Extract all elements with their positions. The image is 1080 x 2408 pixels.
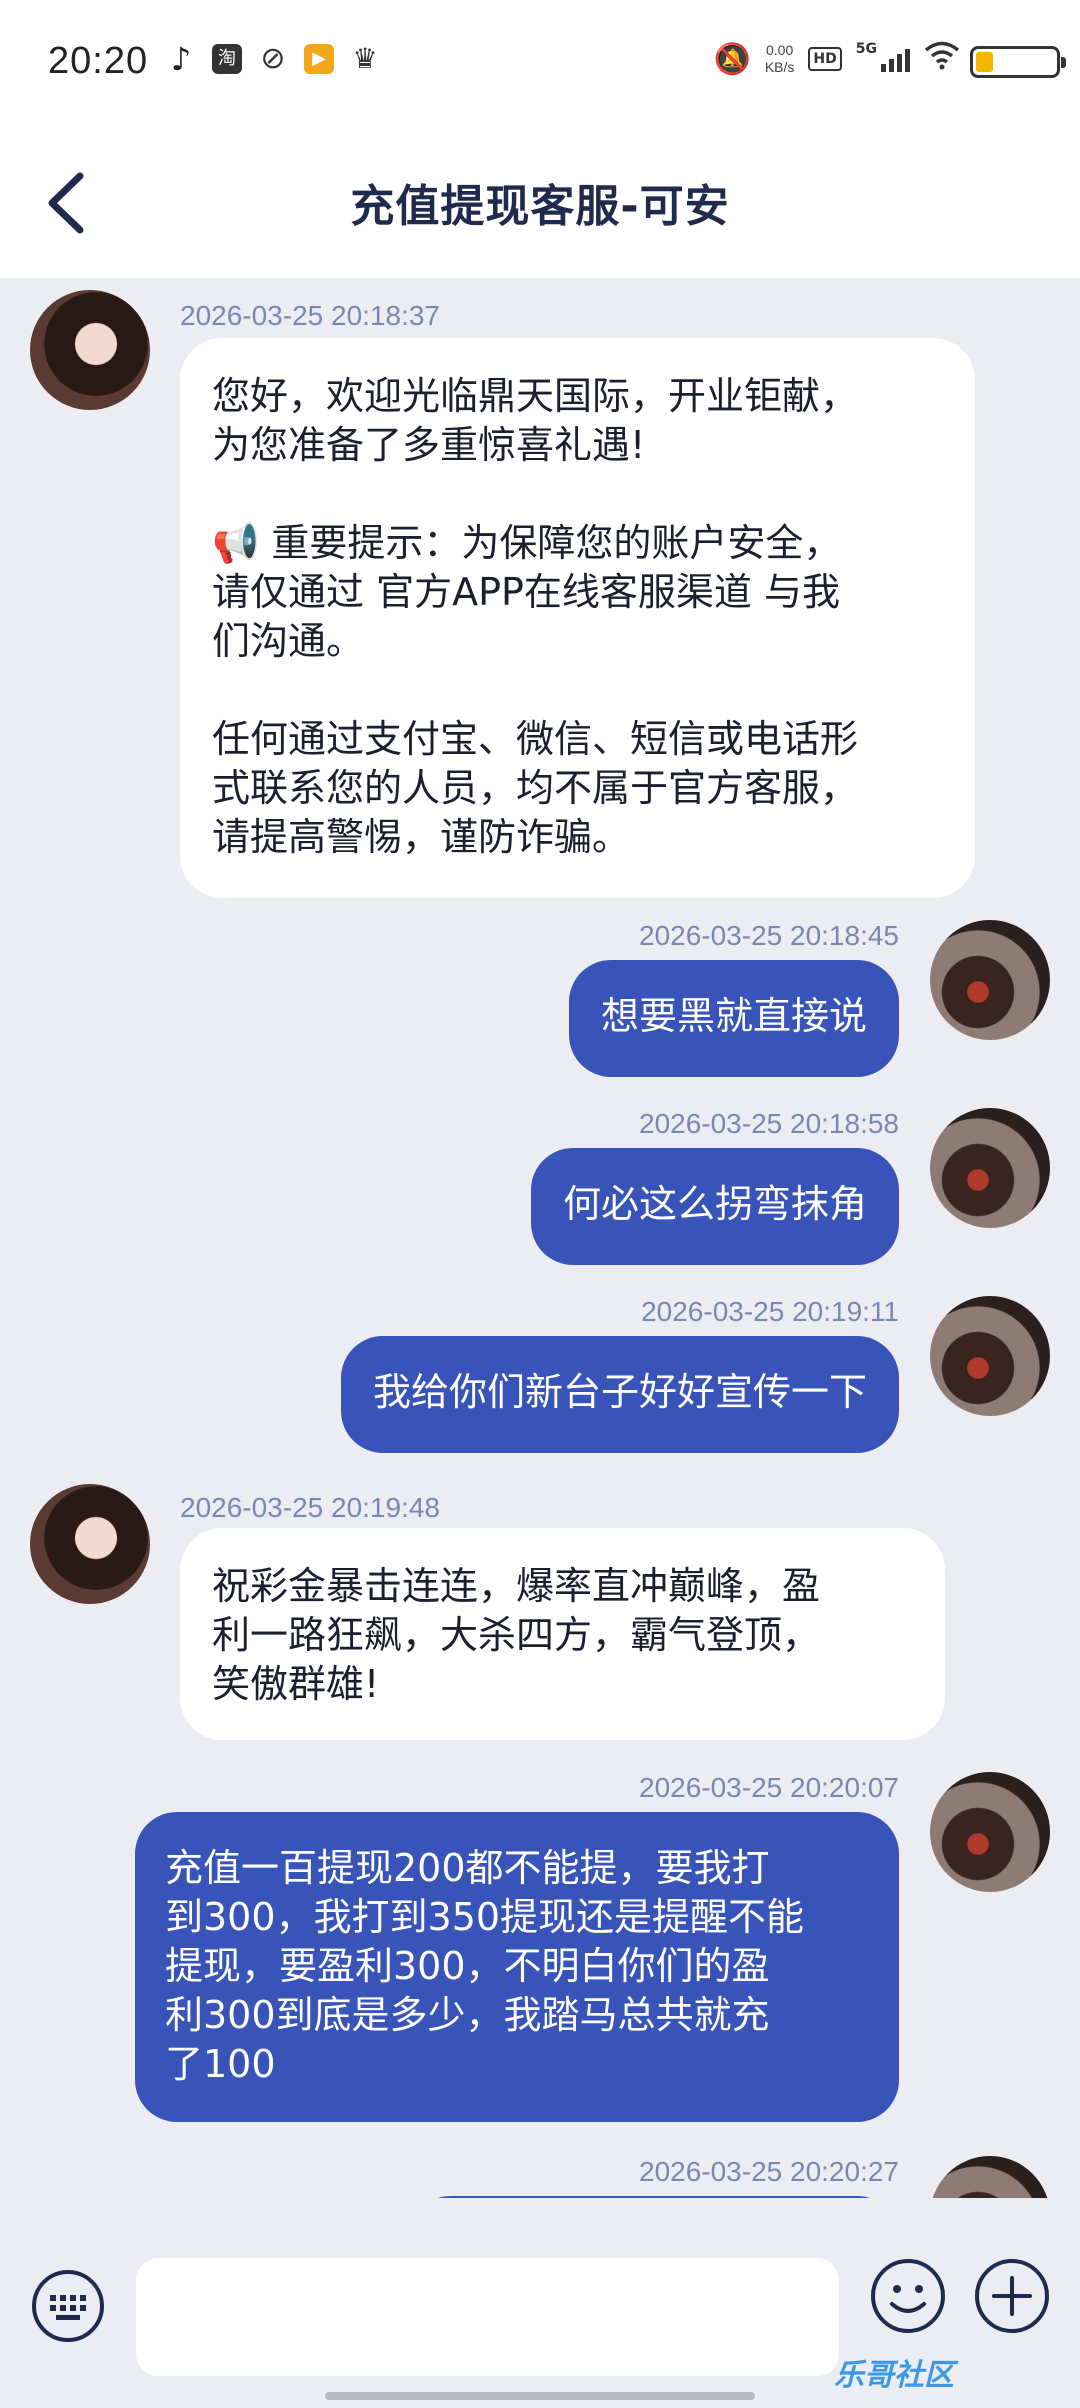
chat-header: 充值提现客服-可安 [0,128,1080,278]
message-timestamp: 2026-03-25 20:19:48 [180,1492,440,1523]
notification-icons: ♪ 淘 ⊘ ▶ ♛ [166,40,380,78]
network-type: 5G [855,41,877,57]
plus-icon [975,2259,1049,2333]
user-avatar[interactable] [930,1108,1050,1228]
hd-icon: HD [808,47,842,71]
page-title: 充值提现客服-可安 [350,181,730,232]
signal-icon [881,46,910,72]
message-timestamp: 2026-03-25 20:18:45 [639,920,899,951]
status-time: 20:20 [48,40,149,82]
battery-level [976,52,993,72]
network-speed-value: 0.00 [766,42,794,58]
user-avatar[interactable] [930,920,1050,1040]
message-timestamp: 2026-03-25 20:20:07 [639,1772,899,1803]
taobao-icon: 淘 [212,44,242,74]
message-timestamp: 2026-03-25 20:20:27 [639,2156,899,2187]
smiley-icon [871,2259,945,2333]
add-attachment-button[interactable] [972,2256,1052,2336]
network-speed: 0.00 KB/s [765,42,795,76]
user-avatar[interactable] [930,1772,1050,1892]
status-indicators: 🔕 0.00 KB/s HD 5G [713,40,960,78]
message-timestamp: 2026-03-25 20:18:58 [639,1108,899,1139]
message-bubble[interactable]: 充值一百提现200都不能提，要我打 到300，我打到350提现还是提醒不能 提现… [135,1812,899,2122]
mute-icon: 🔕 [713,41,751,77]
message-timestamp: 2026-03-25 20:18:37 [180,300,440,331]
agent-avatar[interactable] [30,290,150,410]
emoji-button[interactable] [868,2256,948,2336]
wifi-icon [924,40,960,78]
user-avatar[interactable] [930,1296,1050,1416]
tiktok-icon: ♪ [170,40,192,78]
network-speed-unit: KB/s [764,59,795,75]
user-avatar[interactable] [930,2156,1050,2198]
home-indicator[interactable] [325,2392,755,2400]
message-bubble[interactable]: 我给你们新台子好好宣传一下 [340,1336,899,1453]
video-icon: ▶ [304,44,334,74]
message-timestamp: 2026-03-25 20:19:11 [641,1296,899,1327]
message-bubble[interactable]: 想要黑就直接说 [568,960,899,1077]
battery-icon [970,46,1066,78]
message-input[interactable] [136,2258,839,2376]
message-bubble[interactable]: 何必这么拐弯抹角 [530,1148,899,1265]
app-icon: ⊘ [260,41,286,76]
keyboard-button[interactable] [30,2268,106,2344]
message-list[interactable]: 2026-03-25 20:18:37 您好，欢迎光临鼎天国际，开业钜献， 为您… [0,278,1080,2198]
message-bubble[interactable]: 祝彩金暴击连连，爆率直冲巅峰，盈 利一路狂飙，大杀四方，霸气登顶， 笑傲群雄! [180,1528,945,1740]
agent-avatar[interactable] [30,1484,150,1604]
message-bubble[interactable]: 您好，欢迎光临鼎天国际，开业钜献， 为您准备了多重惊喜礼遇! 📢 重要提示：为保… [180,338,975,898]
status-bar: 20:20 ♪ 淘 ⊘ ▶ ♛ 🔕 0.00 KB/s HD 5G [0,0,1080,128]
keyboard-icon [32,2270,104,2342]
watermark-logo: 乐哥社区 [834,2358,954,2393]
crown-icon: ♛ [352,42,378,75]
